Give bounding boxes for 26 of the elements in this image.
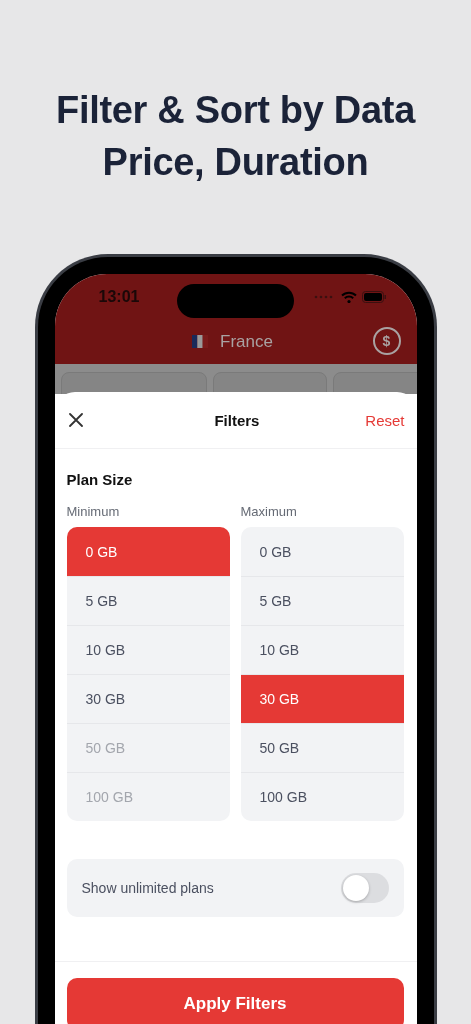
close-button[interactable] (68, 413, 83, 427)
close-icon (68, 413, 83, 427)
headline: Filter & Sort by Data Price, Duration (55, 88, 417, 185)
size-option[interactable]: 30 GB (66, 674, 230, 723)
currency-button[interactable]: $ (372, 327, 401, 355)
wifi-icon (340, 290, 357, 303)
size-option[interactable]: 10 GB (66, 625, 230, 674)
column-label: Minimum (66, 504, 121, 519)
size-option[interactable]: 100 GB (240, 772, 404, 821)
size-option[interactable]: 0 GB (240, 527, 404, 576)
apply-button[interactable]: Apply Filters (66, 978, 404, 1024)
size-option[interactable]: 0 GB (66, 527, 230, 576)
flag-icon (192, 335, 209, 348)
size-option[interactable]: 5 GB (240, 576, 404, 625)
size-option[interactable]: 50 GB (240, 723, 404, 772)
sheet-title: Filters (214, 411, 260, 429)
country-name: France (220, 331, 273, 352)
section-title: Plan Size (66, 471, 134, 488)
size-option[interactable]: 30 GB (240, 674, 404, 723)
column-label: Maximum (240, 504, 298, 519)
reset-button[interactable]: Reset (365, 411, 405, 429)
status-time: 13:01 (98, 287, 141, 306)
toggle-switch[interactable] (340, 873, 389, 903)
size-option[interactable]: 5 GB (66, 576, 230, 625)
toggle-label: Show unlimited plans (81, 880, 214, 896)
battery-icon (361, 290, 387, 303)
